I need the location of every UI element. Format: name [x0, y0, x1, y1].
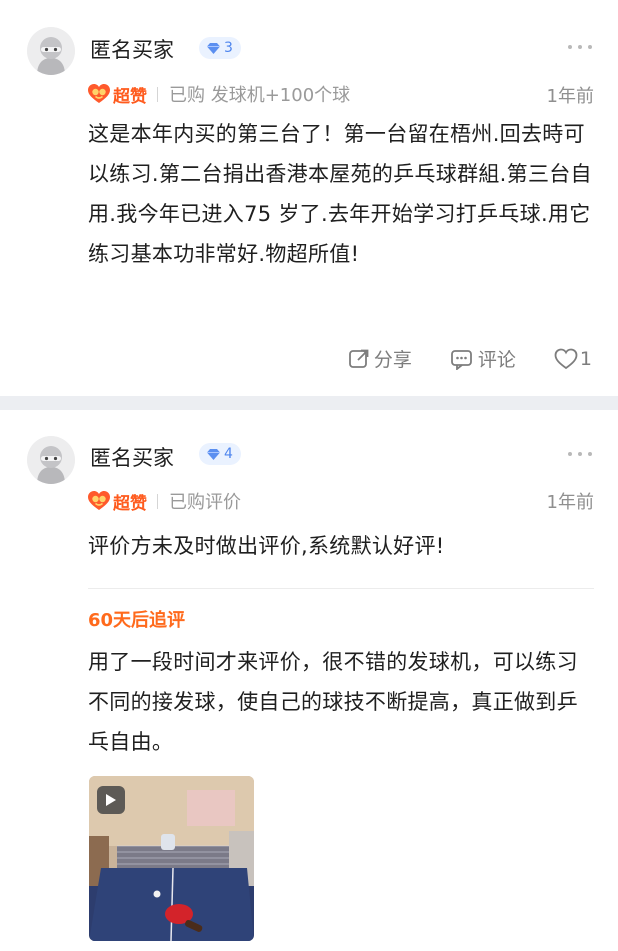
- level-number: 4: [224, 446, 233, 462]
- purchase-info: 已购 发球机+100个球: [169, 85, 351, 106]
- review-content: 评价方未及时做出评价,系统默认好评!: [88, 534, 445, 558]
- diamond-icon: [207, 448, 221, 460]
- followup-title: 60天后追评: [88, 610, 186, 631]
- like-count: 1: [579, 347, 592, 370]
- action-bar: 分享 评论 1: [348, 345, 592, 372]
- super-like-badge: 超赞: [88, 82, 147, 107]
- play-icon[interactable]: [97, 786, 125, 814]
- more-icon[interactable]: [568, 45, 592, 49]
- like-button[interactable]: 1: [554, 348, 592, 370]
- heart-face-icon: [88, 491, 110, 510]
- review-card: 匿名买家 4 超赞 已购评价 1年前 评价方未及时做出评价,系统默认好评! 60…: [0, 410, 618, 951]
- review-time: 1年前: [546, 86, 594, 107]
- level-badge: 3: [199, 37, 241, 59]
- followup-content: 用了一段时间才来评价，很不错的发球机，可以练习不同的接发球，使自己的球技不断提高…: [88, 650, 578, 754]
- review-video-thumbnail[interactable]: [89, 776, 254, 941]
- super-like-label: 超赞: [113, 86, 147, 107]
- share-label: 分享: [373, 349, 412, 371]
- diamond-icon: [207, 42, 221, 54]
- level-number: 3: [224, 40, 233, 56]
- meta-divider: [157, 493, 158, 509]
- anonymous-avatar-icon: [27, 27, 75, 75]
- meta-divider: [157, 86, 158, 102]
- super-like-badge: 超赞: [88, 489, 147, 514]
- share-icon: [348, 349, 369, 368]
- username: 匿名买家: [90, 38, 174, 62]
- avatar[interactable]: [27, 436, 75, 484]
- comment-button[interactable]: 评论: [450, 345, 516, 372]
- super-like-label: 超赞: [113, 493, 147, 514]
- heart-face-icon: [88, 84, 110, 103]
- review-meta: 超赞 已购评价: [88, 488, 241, 514]
- review-card: 匿名买家 3 超赞 已购 发球机+100个球 1年前 这是本年内买的第三台了！第…: [0, 0, 618, 396]
- section-divider: [0, 396, 618, 410]
- avatar[interactable]: [27, 27, 75, 75]
- comment-icon: [450, 349, 472, 370]
- comment-label: 评论: [477, 349, 516, 371]
- username: 匿名买家: [90, 446, 174, 470]
- review-content: 这是本年内买的第三台了！第一台留在梧州.回去時可以练习.第二台捐出香港本屋苑的乒…: [88, 122, 592, 266]
- like-icon: [554, 348, 578, 369]
- review-meta: 超赞 已购 发球机+100个球: [88, 81, 350, 107]
- share-button[interactable]: 分享: [348, 345, 412, 372]
- anonymous-avatar-icon: [27, 436, 75, 484]
- followup-divider: [88, 588, 594, 589]
- more-icon[interactable]: [568, 452, 592, 456]
- purchase-info: 已购评价: [169, 492, 241, 513]
- level-badge: 4: [199, 443, 241, 465]
- review-time: 1年前: [546, 492, 594, 513]
